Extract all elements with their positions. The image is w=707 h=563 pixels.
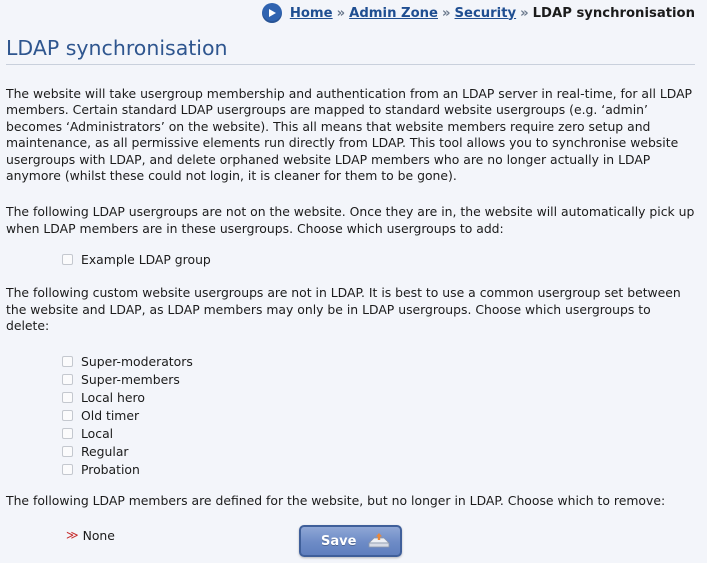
circle-arrow-right-icon xyxy=(261,3,282,23)
add-group-checkbox[interactable] xyxy=(62,253,73,265)
save-tray-icon xyxy=(368,533,390,548)
add-groups-paragraph: The following LDAP usergroups are not on… xyxy=(6,204,695,236)
add-groups-list: Example LDAP group xyxy=(6,250,695,268)
breadcrumb-home-link[interactable]: Home xyxy=(290,6,333,21)
breadcrumb: Home » Admin Zone » Security » LDAP sync… xyxy=(261,3,695,23)
delete-group-checkbox[interactable] xyxy=(62,463,73,475)
save-button[interactable]: Save xyxy=(299,525,402,557)
page: Home » Admin Zone » Security » LDAP sync… xyxy=(0,0,707,563)
delete-group-item[interactable]: Old timer xyxy=(62,406,695,424)
delete-groups-paragraph: The following custom website usergroups … xyxy=(6,285,681,334)
add-group-item[interactable]: Example LDAP group xyxy=(62,250,695,268)
delete-groups-list: Super-moderators Super-members Local her… xyxy=(6,352,695,478)
breadcrumb-security-link[interactable]: Security xyxy=(455,6,517,21)
breadcrumb-current: LDAP synchronisation xyxy=(532,5,695,21)
remove-members-paragraph: The following LDAP members are defined f… xyxy=(6,493,666,509)
delete-group-checkbox[interactable] xyxy=(62,409,73,421)
delete-group-checkbox[interactable] xyxy=(62,427,73,439)
add-group-label: Example LDAP group xyxy=(81,251,211,267)
breadcrumb-separator: » xyxy=(442,5,451,21)
delete-group-label: Probation xyxy=(81,461,140,477)
breadcrumb-separator: » xyxy=(336,5,346,21)
remove-none-label: None xyxy=(82,527,115,543)
delete-group-label: Super-moderators xyxy=(81,353,193,369)
delete-group-label: Local hero xyxy=(81,389,145,405)
main-content: The website will take usergroup membersh… xyxy=(6,86,695,543)
intro-paragraph: The website will take usergroup membersh… xyxy=(6,86,693,184)
delete-group-checkbox[interactable] xyxy=(62,373,73,385)
delete-group-checkbox[interactable] xyxy=(62,445,73,457)
delete-group-label: Old timer xyxy=(81,407,140,423)
delete-group-item[interactable]: Regular xyxy=(62,442,695,460)
delete-group-checkbox[interactable] xyxy=(62,355,73,367)
delete-group-item[interactable]: Super-members xyxy=(62,370,695,388)
delete-group-checkbox[interactable] xyxy=(62,391,73,403)
delete-group-item[interactable]: Local hero xyxy=(62,388,695,406)
double-chevron-right-icon: ≫ xyxy=(66,528,78,543)
delete-group-label: Regular xyxy=(81,443,129,459)
delete-group-item[interactable]: Local xyxy=(62,424,695,442)
delete-group-item[interactable]: Probation xyxy=(62,460,695,478)
delete-group-item[interactable]: Super-moderators xyxy=(62,352,695,370)
page-title: LDAP synchronisation xyxy=(6,36,695,65)
breadcrumb-admin-zone-link[interactable]: Admin Zone xyxy=(349,6,438,21)
delete-group-label: Local xyxy=(81,425,114,441)
breadcrumb-separator: » xyxy=(520,5,529,21)
delete-group-label: Super-members xyxy=(81,371,180,387)
save-button-label: Save xyxy=(321,533,357,549)
